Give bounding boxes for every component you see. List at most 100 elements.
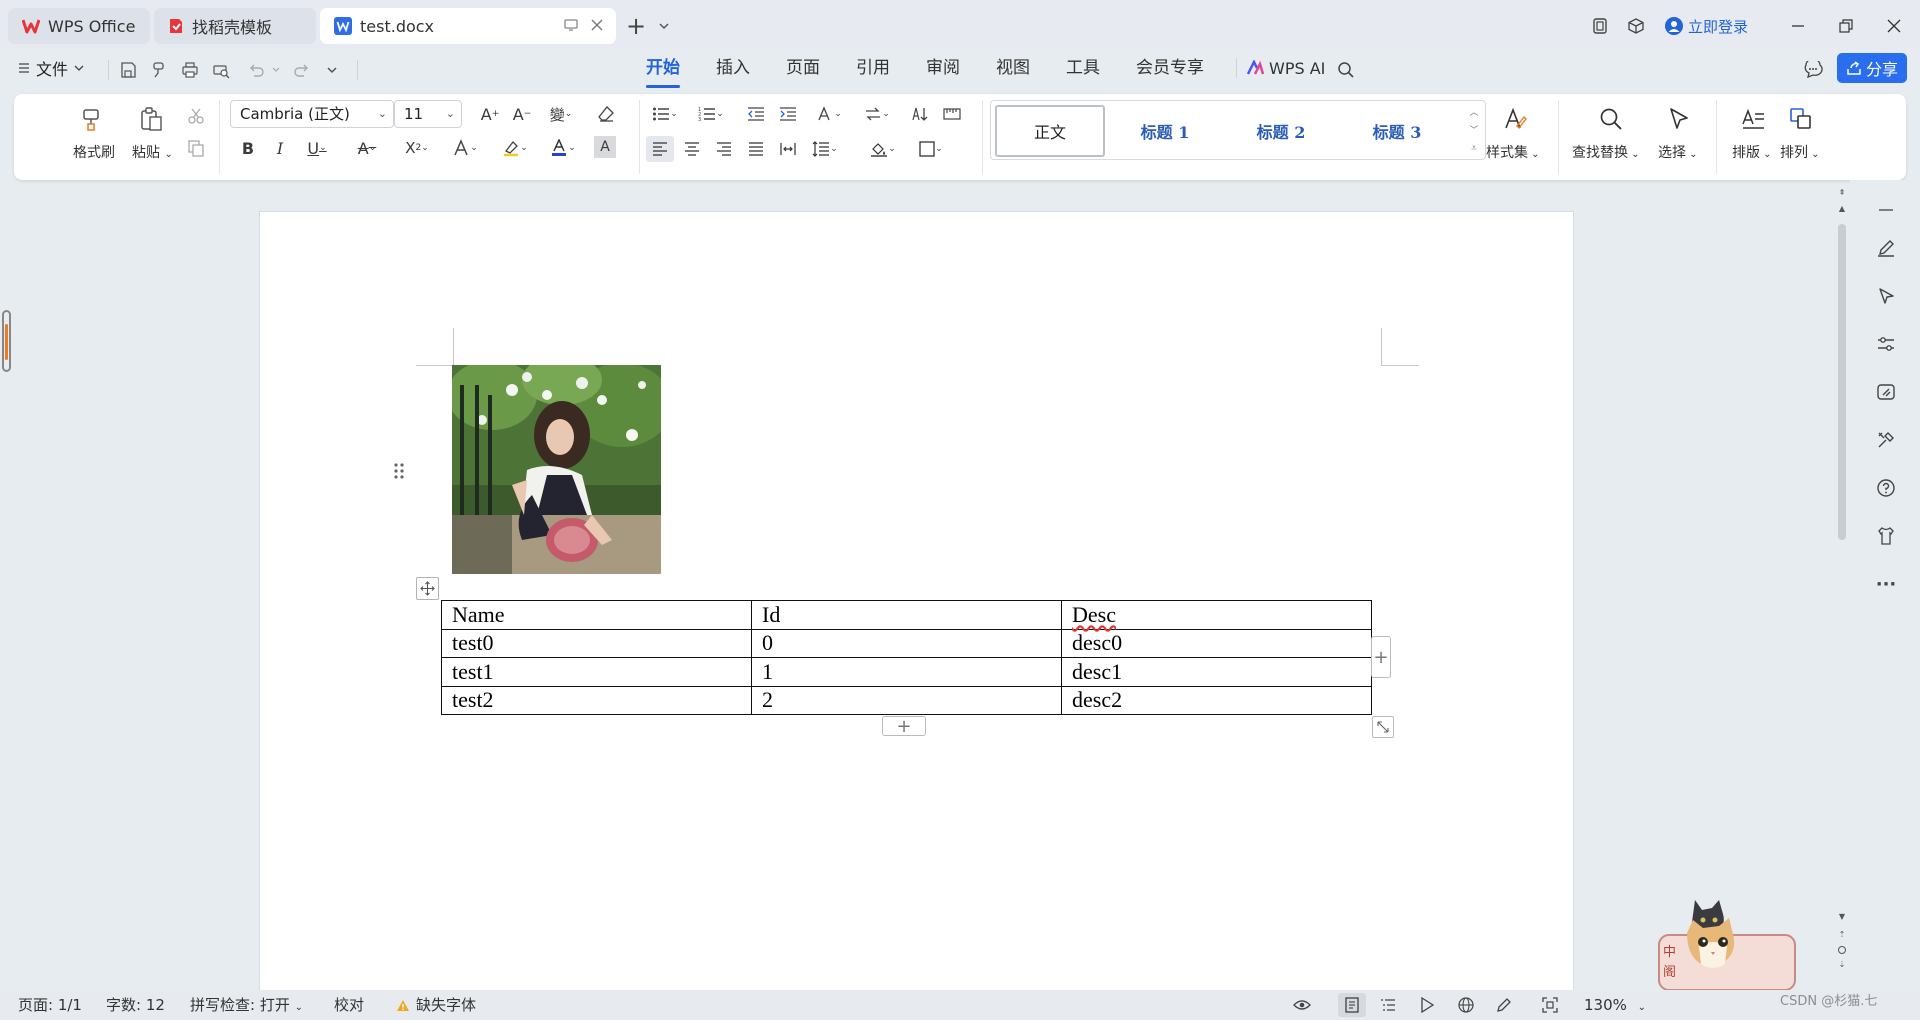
find-replace-button[interactable]: 查找替换 ⌄ — [1572, 142, 1640, 162]
pen-edit-icon[interactable] — [1868, 230, 1904, 266]
format-painter-label[interactable]: 格式刷 — [73, 142, 115, 162]
sort-icon[interactable] — [908, 102, 932, 126]
increase-indent-icon[interactable] — [776, 102, 800, 126]
paste-label[interactable]: 粘贴 ⌄ — [132, 142, 173, 162]
font-name-select[interactable]: Cambria (正文) ⌄ — [230, 100, 394, 128]
table-resize-handle[interactable] — [1372, 716, 1394, 738]
login-button[interactable]: 立即登录 — [1664, 12, 1748, 40]
next-page-icon[interactable]: ⇣ — [1837, 960, 1847, 972]
typesetting-icon[interactable] — [1736, 102, 1770, 136]
word-count[interactable]: 字数: 12 — [106, 990, 165, 1020]
arrange-icon[interactable] — [1784, 102, 1818, 136]
drag-handle-icon[interactable] — [393, 462, 405, 480]
cut-icon[interactable] — [184, 104, 208, 128]
tab-tools[interactable]: 工具 — [1066, 50, 1100, 94]
table-cell[interactable]: Id — [751, 600, 1062, 630]
scroll-up-icon[interactable]: ▲ — [1837, 204, 1847, 214]
table-move-handle[interactable] — [416, 577, 439, 600]
format-painter-quick-icon[interactable] — [146, 58, 170, 82]
decrease-indent-icon[interactable] — [744, 102, 768, 126]
collapse-panel-icon[interactable] — [1868, 192, 1904, 228]
wps-ai-button[interactable]: WPS AI — [1246, 56, 1325, 80]
add-row-button[interactable]: + — [882, 716, 926, 737]
print-icon[interactable] — [178, 58, 202, 82]
side-panel-handle[interactable] — [2, 310, 11, 372]
highlight-icon[interactable]: ⌄ — [498, 136, 532, 160]
strikethrough-icon[interactable]: A ⌄ — [350, 136, 384, 160]
fit-page-icon[interactable] — [1542, 990, 1558, 1020]
align-left-icon[interactable] — [646, 136, 674, 162]
scroll-down-icon[interactable]: ▼ — [1837, 912, 1847, 922]
redo-icon[interactable] — [290, 58, 314, 82]
tab-wps-office[interactable]: WPS Office — [8, 8, 150, 44]
window-mode-icon[interactable] — [564, 18, 578, 32]
scroll-thumb[interactable] — [1838, 224, 1846, 540]
underline-icon[interactable]: U ⌄ — [300, 136, 334, 160]
style-scroll-down-icon[interactable]: ﹀ — [1465, 121, 1483, 137]
document-assistant-icon[interactable] — [1868, 374, 1904, 410]
style-scroll-up-icon[interactable]: ︿ — [1465, 103, 1483, 119]
format-painter-icon[interactable] — [76, 104, 106, 134]
tablet-mode-icon[interactable] — [1586, 12, 1614, 40]
text-direction-icon[interactable]: ⌄ — [812, 102, 846, 126]
table-cell[interactable]: Desc — [1061, 600, 1372, 630]
tab-member[interactable]: 会员专享 — [1136, 50, 1204, 94]
character-shading-icon[interactable]: A — [594, 136, 616, 158]
new-tab-button[interactable]: + — [622, 12, 650, 40]
table-cell[interactable]: desc0 — [1061, 628, 1372, 658]
tab-test-docx[interactable]: test.docx — [320, 8, 616, 44]
table-cell[interactable]: desc1 — [1061, 657, 1372, 687]
chat-icon[interactable] — [1801, 58, 1825, 82]
close-window-icon[interactable] — [1880, 12, 1908, 40]
superscript-icon[interactable]: X 2 ⌄ — [400, 136, 434, 160]
table-cell[interactable]: test1 — [441, 657, 752, 687]
justify-icon[interactable] — [744, 136, 768, 162]
tab-references[interactable]: 引用 — [856, 50, 890, 94]
add-column-button[interactable]: + — [1371, 636, 1391, 678]
numbered-list-icon[interactable]: 1 2 3 ⌄ — [694, 102, 728, 126]
missing-font-button[interactable]: 缺失字体 — [396, 990, 476, 1020]
bold-icon[interactable]: B — [236, 136, 260, 160]
prev-page-icon[interactable]: ⇡ — [1837, 930, 1847, 942]
file-menu-button[interactable]: 文件 — [18, 54, 84, 82]
cube-icon[interactable] — [1622, 12, 1650, 40]
table-cell[interactable]: desc2 — [1061, 685, 1372, 715]
show-marks-icon[interactable] — [940, 102, 964, 126]
print-preview-icon[interactable] — [209, 58, 233, 82]
eye-protection-icon[interactable] — [1293, 990, 1311, 1020]
page-view-icon[interactable] — [1338, 993, 1366, 1017]
italic-icon[interactable]: I — [268, 136, 292, 160]
style-heading-1[interactable]: 标题 1 — [1109, 105, 1221, 157]
zoom-select[interactable]: 130% ⌄ — [1584, 990, 1646, 1020]
arrange-button[interactable]: 排列 ⌄ — [1780, 142, 1820, 162]
share-button[interactable]: 分享 — [1837, 53, 1907, 83]
document-image[interactable] — [452, 365, 661, 574]
phonetic-guide-icon[interactable]: 變 ⌄ — [544, 102, 578, 126]
text-effect-icon[interactable]: ⌄ — [448, 136, 482, 160]
outline-view-icon[interactable] — [1380, 990, 1396, 1020]
select-button[interactable]: 选择 ⌄ — [1658, 142, 1698, 162]
more-icon[interactable]: ··· — [1868, 566, 1904, 602]
shrink-font-icon[interactable]: A − — [510, 102, 534, 126]
tab-template-store[interactable]: 找稻壳模板 — [154, 8, 316, 44]
scroll-top-icon[interactable]: ⇞ — [1837, 186, 1847, 198]
bullet-list-icon[interactable]: ⌄ — [648, 102, 682, 126]
document-table[interactable]: Name Id Desc test0 0 desc0 test1 1 desc1… — [441, 600, 1372, 715]
font-color-icon[interactable]: ⌄ — [546, 136, 580, 160]
tools-icon[interactable] — [1868, 422, 1904, 458]
tab-home[interactable]: 开始 — [646, 50, 680, 94]
web-view-icon[interactable] — [1458, 990, 1474, 1020]
grow-font-icon[interactable]: A + — [478, 102, 502, 126]
paste-icon[interactable] — [136, 104, 166, 134]
table-cell[interactable]: test0 — [441, 628, 752, 658]
help-icon[interactable] — [1868, 470, 1904, 506]
vertical-scrollbar[interactable]: ⇞ ▲ ▼ ⇡ ⇣ — [1835, 186, 1849, 996]
align-center-icon[interactable] — [680, 136, 704, 162]
distribute-icon[interactable] — [776, 136, 800, 162]
style-normal[interactable]: 正文 — [995, 105, 1105, 157]
tab-list-chevron-icon[interactable] — [650, 12, 678, 40]
table-cell[interactable]: 0 — [751, 628, 1062, 658]
tab-insert[interactable]: 插入 — [716, 50, 750, 94]
tab-page[interactable]: 页面 — [786, 50, 820, 94]
chinese-layout-icon[interactable]: ⌄ — [860, 102, 894, 126]
